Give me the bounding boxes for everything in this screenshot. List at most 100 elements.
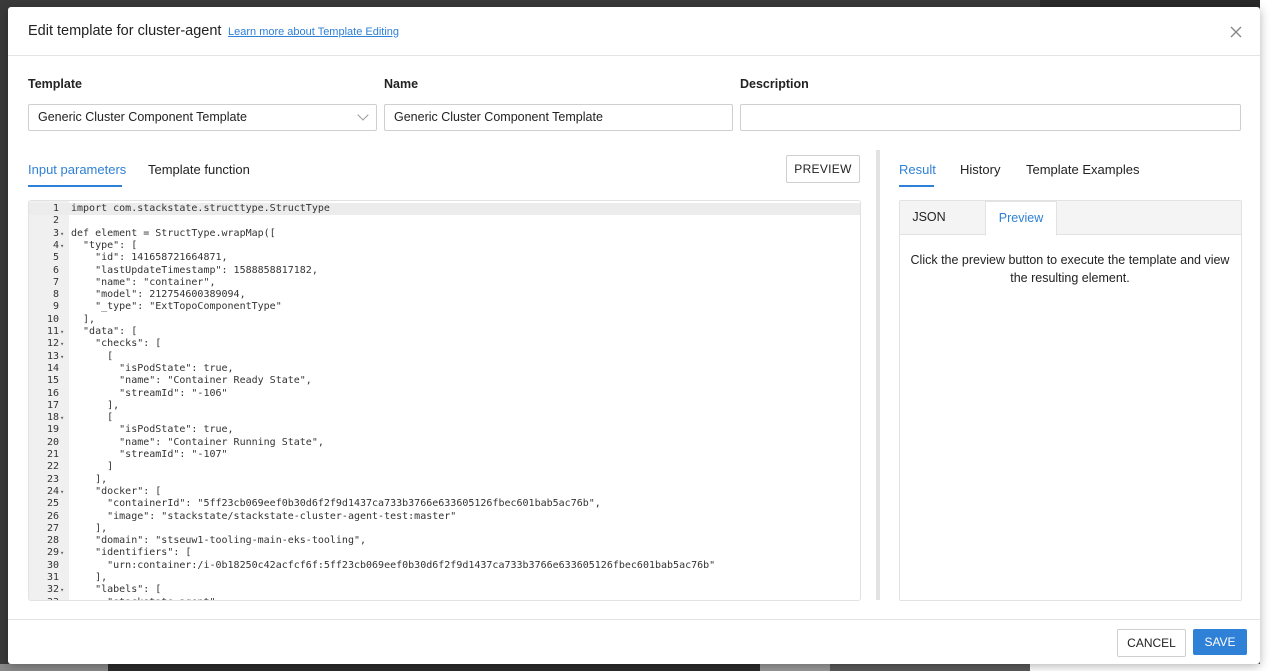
template-select[interactable]: Generic Cluster Component Template [28, 104, 377, 131]
tab-history[interactable]: History [960, 162, 1000, 177]
code-text: "domain": "stseuw1-tooling-main-eks-tool… [71, 535, 367, 547]
code-line: 10 ], [29, 314, 860, 326]
line-number: 18 [46, 412, 59, 424]
code-line: 18 ▾ [ [29, 412, 860, 424]
code-line: 3 ▾ def element = StructType.wrapMap([ [29, 228, 860, 240]
tab-result[interactable]: Result [899, 162, 936, 177]
line-number: 22 [46, 461, 59, 473]
code-line: 20 "name": "Container Running State", [29, 437, 860, 449]
code-text: "name": "Container Running State", [71, 436, 324, 448]
code-line: 11 ▾ "data": [ [29, 326, 860, 338]
code-text: [ [71, 412, 114, 424]
line-number: 16 [46, 387, 59, 399]
fold-arrow-icon[interactable]: ▾ [60, 547, 64, 559]
line-number: 13 [46, 350, 59, 362]
line-number: 15 [46, 375, 59, 387]
fold-arrow-icon[interactable]: ▾ [60, 240, 64, 252]
footer-divider [8, 619, 1260, 620]
pane-divider[interactable] [876, 150, 880, 600]
fold-arrow-icon[interactable]: ▾ [60, 228, 64, 240]
code-text: ], [71, 572, 108, 583]
name-label: Name [384, 77, 419, 91]
code-text: "id": 141658721664871, [71, 252, 228, 264]
cancel-button[interactable]: CANCEL [1117, 629, 1186, 657]
line-number: 5 [52, 252, 59, 264]
preview-button[interactable]: PREVIEW [786, 155, 860, 183]
subtab-json[interactable]: JSON [900, 201, 958, 234]
line-number: 8 [52, 289, 59, 301]
code-line: 4 ▾ "type": [ [29, 240, 860, 252]
code-text: "isPodState": true, [71, 424, 234, 436]
code-line: 29 ▾ "identifiers": [ [29, 547, 860, 559]
code-line: 21 "streamId": "-107" [29, 449, 860, 461]
result-panel: JSON Preview Click the preview button to… [899, 200, 1242, 601]
modal-header: Edit template for cluster-agent Learn mo… [8, 7, 1260, 56]
code-editor[interactable]: 1 import com.stackstate.structtype.Struct… [28, 200, 861, 601]
close-icon[interactable] [1226, 22, 1246, 42]
code-text: ], [71, 313, 96, 325]
code-text: "name": "container", [71, 276, 216, 288]
fold-arrow-icon[interactable]: ▾ [60, 326, 64, 338]
line-number: 17 [46, 399, 59, 411]
line-number: 14 [46, 362, 59, 374]
name-input[interactable]: Generic Cluster Component Template [384, 104, 733, 131]
code-line: 25 "containerId": "5ff23cb069eef0b30d6f2… [29, 498, 860, 510]
code-line: 32 ▾ "labels": [ [29, 584, 860, 596]
description-input[interactable] [740, 104, 1241, 131]
line-number: 31 [46, 572, 59, 583]
code-text: ], [71, 522, 108, 534]
code-text: "image": "stackstate/stackstate-cluster-… [71, 510, 457, 522]
fold-arrow-icon[interactable]: ▾ [60, 584, 64, 596]
chevron-down-icon [357, 109, 369, 121]
code-text: "streamId": "-106" [71, 387, 228, 399]
line-number: 21 [46, 449, 59, 460]
code-text: "urn:container:/i-0b18250c42acfcf6f:5ff2… [71, 559, 716, 571]
active-tab-indicator [28, 185, 122, 187]
code-text: [ [71, 350, 114, 362]
code-text: import com.stackstate.structtype.StructT… [71, 203, 330, 214]
fold-arrow-icon[interactable]: ▾ [60, 412, 64, 424]
active-result-tab-indicator [899, 185, 934, 187]
line-number: 32 [46, 584, 59, 596]
code-text: "streamId": "-107" [71, 449, 228, 460]
fold-arrow-icon[interactable]: ▾ [60, 486, 64, 498]
save-button[interactable]: SAVE [1193, 629, 1247, 655]
line-number: 4 [52, 239, 59, 251]
background-app-top [1040, 0, 1270, 7]
code-line: 27 ], [29, 523, 860, 535]
code-line: 16 "streamId": "-106" [29, 388, 860, 400]
fold-arrow-icon[interactable]: ▾ [60, 338, 64, 350]
line-number: 3 [52, 227, 59, 239]
code-line: 26 "image": "stackstate/stackstate-clust… [29, 511, 860, 523]
code-text: "containerId": "5ff23cb069eef0b30d6f2f9d… [71, 498, 601, 510]
line-number: 11 [46, 326, 59, 337]
line-number: 33 [29, 597, 59, 600]
code-text: "identifiers": [ [71, 547, 192, 559]
line-number: 6 [52, 264, 59, 276]
code-text: "labels": [ [71, 584, 162, 596]
modal-title: Edit template for cluster-agent [28, 23, 222, 39]
code-line: 24 ▾ "docker": [ [29, 486, 860, 498]
template-select-value: Generic Cluster Component Template [38, 110, 247, 124]
code-text: "type": [ [71, 239, 138, 251]
line-number: 25 [46, 498, 59, 510]
code-text: ] [71, 461, 114, 473]
fold-arrow-icon[interactable]: ▾ [60, 351, 64, 363]
edit-template-modal: Edit template for cluster-agent Learn mo… [8, 7, 1260, 664]
learn-more-link[interactable]: Learn more about Template Editing [228, 26, 399, 38]
tab-input-parameters[interactable]: Input parameters [28, 162, 126, 177]
code-line: 12 ▾ "checks": [ [29, 338, 860, 350]
line-number: 24 [46, 485, 59, 497]
code-text: "name": "Container Ready State", [71, 375, 312, 387]
tab-template-examples[interactable]: Template Examples [1026, 162, 1139, 177]
tab-template-function[interactable]: Template function [148, 162, 250, 177]
code-text: "_type": "ExtTopoComponentType" [71, 301, 282, 313]
line-number: 1 [52, 203, 59, 214]
code-text: "data": [ [71, 326, 138, 337]
background-app-right [1260, 0, 1270, 671]
background-app-bottom [0, 664, 1270, 671]
code-text: ], [71, 473, 108, 485]
line-number: 30 [46, 559, 59, 571]
subtab-preview[interactable]: Preview [985, 201, 1057, 236]
code-line: 7 "name": "container", [29, 277, 860, 289]
